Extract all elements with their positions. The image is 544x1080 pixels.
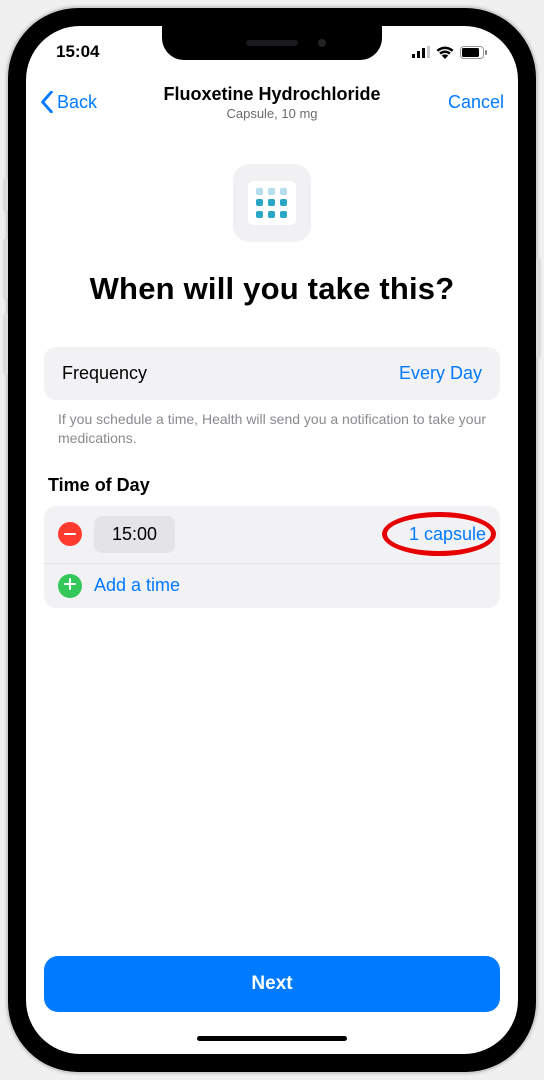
wifi-icon (436, 46, 454, 59)
time-picker[interactable]: 15:00 (94, 516, 175, 553)
dose-button[interactable]: 1 capsule (409, 524, 486, 545)
calendar-blister-icon (233, 164, 311, 242)
help-text: If you schedule a time, Health will send… (44, 400, 500, 449)
side-volume-down (3, 313, 8, 375)
page-title: Fluoxetine Hydrochloride (26, 84, 518, 105)
page-subtitle: Capsule, 10 mg (26, 106, 518, 121)
time-entry-row: 15:00 1 capsule (44, 506, 500, 564)
frequency-value[interactable]: Every Day (399, 363, 482, 384)
chevron-left-icon (40, 91, 54, 113)
frequency-row[interactable]: Frequency Every Day (44, 347, 500, 400)
spacer (44, 608, 500, 956)
headline: When will you take this? (44, 270, 500, 309)
time-of-day-label: Time of Day (48, 475, 500, 496)
navigation-bar: Back Fluoxetine Hydrochloride Capsule, 1… (26, 74, 518, 130)
earpiece-speaker (246, 40, 298, 46)
next-button[interactable]: Next (44, 956, 500, 1012)
status-time: 15:04 (56, 42, 99, 62)
frequency-card: Frequency Every Day (44, 347, 500, 400)
add-time-label: Add a time (94, 575, 180, 596)
side-volume-up (3, 238, 8, 300)
screen: 15:04 Back Fluoxetine (26, 26, 518, 1054)
cancel-button[interactable]: Cancel (448, 92, 504, 113)
frequency-label: Frequency (62, 363, 147, 384)
time-card: 15:00 1 capsule Add a time (44, 506, 500, 608)
medication-icon-wrap (44, 164, 500, 242)
back-label: Back (57, 92, 97, 113)
cellular-signal-icon (412, 46, 430, 58)
blister-pack-icon (248, 181, 296, 225)
remove-time-button[interactable] (58, 522, 82, 546)
add-time-button[interactable] (58, 574, 82, 598)
front-camera (318, 39, 326, 47)
home-indicator[interactable] (26, 1030, 518, 1054)
plus-icon (64, 577, 76, 595)
notch (162, 26, 382, 60)
nav-title-group: Fluoxetine Hydrochloride Capsule, 10 mg (26, 84, 518, 121)
battery-icon (460, 46, 488, 59)
minus-icon (64, 533, 76, 535)
back-button[interactable]: Back (40, 91, 97, 113)
status-icons (412, 46, 488, 59)
content-area: When will you take this? Frequency Every… (26, 130, 518, 1030)
phone-frame: 15:04 Back Fluoxetine (8, 8, 536, 1072)
side-silence-switch (3, 178, 8, 212)
side-power-button (536, 258, 541, 358)
add-time-row[interactable]: Add a time (44, 564, 500, 608)
